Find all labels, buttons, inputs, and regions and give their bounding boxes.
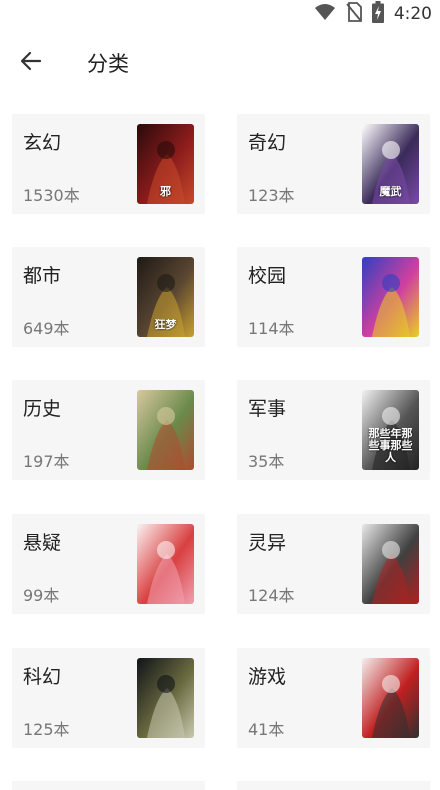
category-name: 都市 (23, 265, 62, 287)
category-card[interactable]: 历史 197本 (12, 380, 205, 480)
category-book-count: 197本 (23, 452, 70, 471)
next-row-card-left[interactable] (12, 781, 205, 790)
category-cover-image: 那些年那些事那些人 (362, 390, 419, 470)
category-book-count: 99本 (23, 586, 60, 605)
next-row-card-right[interactable] (237, 781, 430, 790)
category-cover-image: 狂梦 (137, 257, 194, 337)
category-card[interactable]: 奇幻 123本 魔武 (237, 114, 430, 214)
cover-title-text: 那些年那些事那些人 (368, 428, 413, 464)
category-card[interactable]: 军事 35本 那些年那些事那些人 (237, 380, 430, 480)
category-book-count: 649本 (23, 319, 70, 338)
category-name: 游戏 (248, 666, 287, 688)
category-name: 悬疑 (23, 532, 62, 554)
cover-title-text: 邪 (160, 186, 171, 198)
cover-title-text: 狂梦 (154, 319, 177, 331)
category-cover-image (362, 257, 419, 337)
cover-title-text: 魔武 (379, 186, 402, 198)
category-book-count: 35本 (248, 452, 285, 471)
category-name: 科幻 (23, 666, 62, 688)
category-card[interactable]: 玄幻 1530本 邪 (12, 114, 205, 214)
category-cover-image (137, 390, 194, 470)
category-cover-image (137, 524, 194, 604)
category-book-count: 1530本 (23, 186, 80, 205)
category-cover-image (362, 658, 419, 738)
category-card[interactable]: 灵异 124本 (237, 514, 430, 614)
category-book-count: 124本 (248, 586, 295, 605)
category-cover-image (137, 658, 194, 738)
category-cover-image (362, 524, 419, 604)
category-name: 历史 (23, 398, 62, 420)
category-book-count: 125本 (23, 720, 70, 739)
category-card[interactable]: 校园 114本 (237, 247, 430, 347)
category-grid: 玄幻 1530本 邪 奇幻 123本 魔武都市 649本 狂梦 校园 114本历史 197本 军事 35… (0, 0, 440, 790)
category-name: 灵异 (248, 532, 287, 554)
category-book-count: 41本 (248, 720, 285, 739)
category-cover-image: 邪 (137, 124, 194, 204)
category-book-count: 123本 (248, 186, 295, 205)
category-book-count: 114本 (248, 319, 295, 338)
category-name: 奇幻 (248, 132, 287, 154)
category-card[interactable]: 游戏 41本 (237, 648, 430, 748)
category-cover-image: 魔武 (362, 124, 419, 204)
category-name: 军事 (248, 398, 287, 420)
category-name: 校园 (248, 265, 287, 287)
category-card[interactable]: 悬疑 99本 (12, 514, 205, 614)
category-name: 玄幻 (23, 132, 62, 154)
category-card[interactable]: 科幻 125本 (12, 648, 205, 748)
category-card[interactable]: 都市 649本 狂梦 (12, 247, 205, 347)
